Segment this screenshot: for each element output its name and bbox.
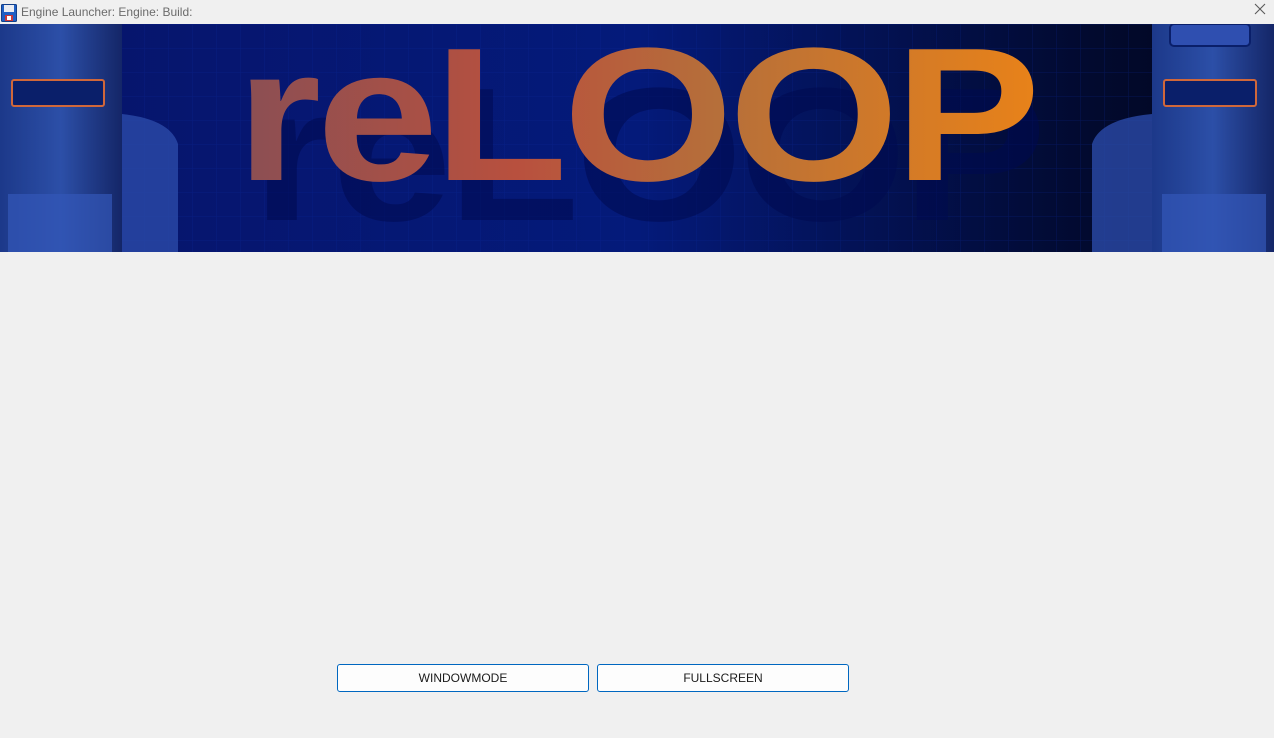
window-title: Engine Launcher: Engine: Build: <box>21 5 193 19</box>
floppy-disk-icon <box>1 3 17 22</box>
close-button[interactable] <box>1246 0 1274 22</box>
title-bar: Engine Launcher: Engine: Build: <box>0 0 1274 24</box>
close-icon <box>1254 2 1266 20</box>
banner-logo: reLOOP <box>236 24 1036 221</box>
windowmode-button[interactable]: WINDOWMODE <box>337 664 589 692</box>
game-banner: reLOOP reLOOP <box>0 24 1274 252</box>
fullscreen-button[interactable]: FULLSCREEN <box>597 664 849 692</box>
